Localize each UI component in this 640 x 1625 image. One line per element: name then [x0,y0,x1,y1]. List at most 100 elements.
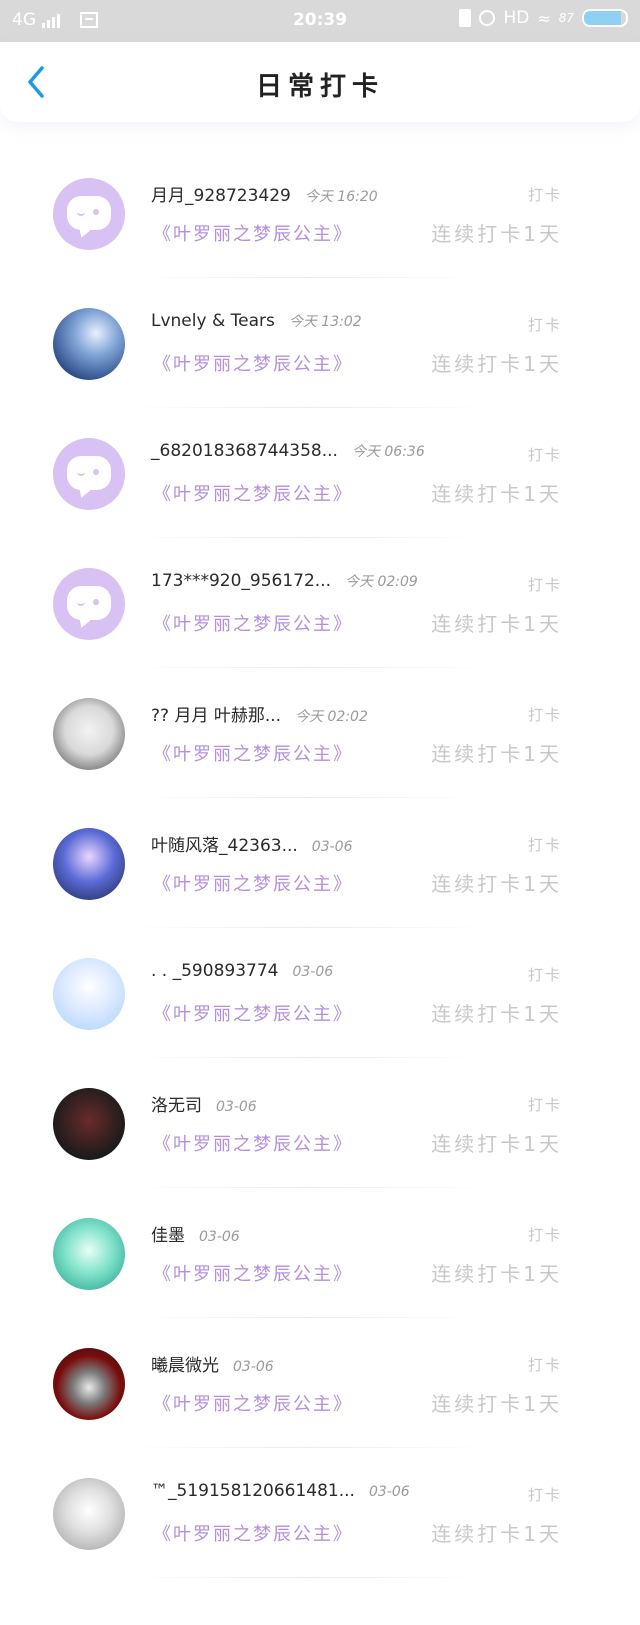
streak-count: 连续打卡1天 [431,612,562,636]
group-name[interactable]: 《叶罗丽之梦辰公主》 [153,350,353,376]
name-line: 佳墨 03-06 [151,1221,240,1246]
checkin-time: 今天 16:20 [304,189,378,205]
streak-count: 连续打卡1天 [431,1262,562,1286]
group-name[interactable]: 《叶罗丽之梦辰公主》 [153,610,353,636]
group-name[interactable]: 《叶罗丽之梦辰公主》 [153,870,353,896]
checkin-time: 03-06 [368,1484,410,1500]
sea-avatar[interactable] [53,308,125,380]
checkin-tag: 打卡 [527,706,562,724]
name-line: 173***920_956172... 今天 02:09 [151,571,418,591]
battery-icon [582,9,628,27]
alarm-icon [479,10,496,26]
user-name: 月月_928723429 [151,186,291,206]
checkin-tag: 打卡 [527,1226,562,1244]
name-line: ?? 月月 叶赫那... 今天 02:02 [151,701,368,726]
list-item[interactable]: . . _590893774 03-06 《叶罗丽之梦辰公主》 打卡 连续打卡1… [0,928,640,1058]
status-right: HD ≈ 87 [459,8,628,28]
checkin-time: 今天 02:09 [345,574,418,590]
checkin-tag: 打卡 [527,1356,562,1374]
chat-bubble-icon [67,456,111,490]
group-name[interactable]: 《叶罗丽之梦辰公主》 [153,1390,353,1416]
list-item[interactable]: 洛无司 03-06 《叶罗丽之梦辰公主》 打卡 连续打卡1天 [0,1058,640,1188]
cat-avatar[interactable] [53,1478,125,1550]
checkin-tag: 打卡 [527,316,562,334]
checkin-tag: 打卡 [527,836,562,854]
user-name: 曦晨微光 [151,1356,219,1376]
user-name: _682018368744358... [151,441,338,461]
name-line: 曦晨微光 03-06 [151,1351,274,1376]
name-line: 月月_928723429 今天 16:20 [151,181,378,206]
name-line: 叶随风落_42363... 03-06 [151,831,352,856]
mint-avatar[interactable] [53,1218,125,1290]
list-item[interactable]: ?? 月月 叶赫那... 今天 02:02 《叶罗丽之梦辰公主》 打卡 连续打卡… [0,668,640,798]
user-name: 洛无司 [151,1096,202,1116]
checkin-tag: 打卡 [527,446,562,464]
user-name: . . _590893774 [151,961,279,981]
checkin-time: 今天 06:36 [351,444,425,460]
red-avatar[interactable] [53,1348,125,1420]
streak-count: 连续打卡1天 [431,482,562,506]
battery-percent: 87 [558,11,574,25]
default-avatar[interactable] [53,178,125,250]
dark-avatar[interactable] [53,1088,125,1160]
user-name: 173***920_956172... [151,571,332,591]
list-item[interactable]: 佳墨 03-06 《叶罗丽之梦辰公主》 打卡 连续打卡1天 [0,1188,640,1318]
checkin-tag: 打卡 [527,1096,562,1114]
face-avatar[interactable] [53,698,125,770]
group-name[interactable]: 《叶罗丽之梦辰公主》 [153,1520,353,1546]
group-name[interactable]: 《叶罗丽之梦辰公主》 [153,740,353,766]
default-avatar[interactable] [53,568,125,640]
user-name: ?? 月月 叶赫那... [151,706,282,726]
streak-count: 连续打卡1天 [431,1132,562,1156]
streak-count: 连续打卡1天 [431,742,562,766]
checkin-tag: 打卡 [527,1486,562,1504]
group-name[interactable]: 《叶罗丽之梦辰公主》 [153,480,353,506]
anime-avatar[interactable] [53,958,125,1030]
streak-count: 连续打卡1天 [431,1392,562,1416]
checkin-tag: 打卡 [527,966,562,984]
checkin-time: 今天 02:02 [295,709,368,725]
checkin-time: 03-06 [292,964,334,980]
checkin-time: 03-06 [233,1359,274,1375]
user-name: 佳墨 [151,1226,185,1246]
list-item[interactable]: 曦晨微光 03-06 《叶罗丽之梦辰公主》 打卡 连续打卡1天 [0,1318,640,1448]
user-name: ™_519158120661481... [151,1481,355,1501]
name-line: Lvnely & Tears 今天 13:02 [151,311,362,331]
checkin-time: 03-06 [216,1099,257,1115]
chat-bubble-icon [67,586,111,620]
doll-avatar[interactable] [53,828,125,900]
list-item[interactable]: 叶随风落_42363... 03-06 《叶罗丽之梦辰公主》 打卡 连续打卡1天 [0,798,640,928]
checkin-time: 03-06 [311,839,353,855]
list-item[interactable]: 月月_928723429 今天 16:20 《叶罗丽之梦辰公主》 打卡 连续打卡… [0,148,640,278]
group-name[interactable]: 《叶罗丽之梦辰公主》 [153,220,353,246]
streak-count: 连续打卡1天 [431,1522,562,1546]
user-name: 叶随风落_42363... [151,836,298,856]
header: 日常打卡 [0,42,640,122]
checkin-tag: 打卡 [527,186,562,204]
battery-fill [584,11,621,25]
group-name[interactable]: 《叶罗丽之梦辰公主》 [153,1000,353,1026]
list-item[interactable]: _682018368744358... 今天 06:36 《叶罗丽之梦辰公主》 … [0,408,640,538]
default-avatar[interactable] [53,438,125,510]
streak-count: 连续打卡1天 [431,1002,562,1026]
list-item[interactable]: ™_519158120661481... 03-06 《叶罗丽之梦辰公主》 打卡… [0,1448,640,1578]
streak-count: 连续打卡1天 [431,872,562,896]
group-name[interactable]: 《叶罗丽之梦辰公主》 [153,1130,353,1156]
name-line: ™_519158120661481... 03-06 [151,1481,410,1501]
wifi-icon: ≈ [537,8,551,28]
name-line: _682018368744358... 今天 06:36 [151,441,425,461]
name-line: 洛无司 03-06 [151,1091,257,1116]
user-name: Lvnely & Tears [151,311,275,331]
list-item[interactable]: Lvnely & Tears 今天 13:02 《叶罗丽之梦辰公主》 打卡 连续… [0,278,640,408]
divider [128,1577,488,1578]
status-bar: 4G 20:39 HD ≈ 87 [0,0,640,42]
streak-count: 连续打卡1天 [431,222,562,246]
checkin-time: 03-06 [199,1229,240,1245]
charging-icon [459,9,472,27]
list-item[interactable]: 173***920_956172... 今天 02:09 《叶罗丽之梦辰公主》 … [0,538,640,668]
checkin-time: 今天 13:02 [288,314,362,330]
checkin-list: 月月_928723429 今天 16:20 《叶罗丽之梦辰公主》 打卡 连续打卡… [0,148,640,1578]
page-title: 日常打卡 [255,72,384,102]
group-name[interactable]: 《叶罗丽之梦辰公主》 [153,1260,353,1286]
chat-bubble-icon [67,196,111,230]
